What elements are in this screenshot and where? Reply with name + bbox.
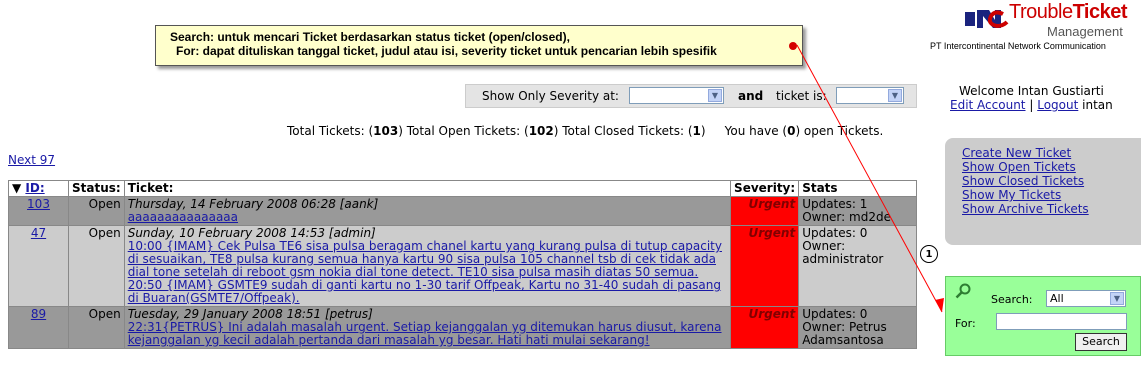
username: intan xyxy=(1082,98,1113,112)
ticket-id-link[interactable]: 103 xyxy=(27,197,50,211)
totals-text: ) Total Closed Tickets: ( xyxy=(553,124,693,138)
logo: TroubleTicket Management PT Intercontine… xyxy=(930,1,1141,52)
help-tooltip: Search: untuk mencari Ticket berdasarkan… xyxy=(155,25,803,66)
status-select[interactable]: ▼ xyxy=(836,87,904,104)
totals-text: ) Total Open Tickets: ( xyxy=(398,124,529,138)
search-status-value: All xyxy=(1050,292,1064,305)
severity-column-header: Severity: xyxy=(730,180,800,197)
stats-column-header: Stats xyxy=(798,180,917,197)
tooltip-line-1: Search: untuk mencari Ticket berdasarkan… xyxy=(170,30,570,44)
ticket-stats: Updates: 0 Owner: administrator xyxy=(798,225,917,307)
edit-account-link[interactable]: Edit Account xyxy=(950,98,1026,112)
severity-text: Urgent xyxy=(748,307,796,321)
company-name: PT Intercontinental Network Communicatio… xyxy=(930,41,1106,51)
ticket-cell: Tuesday, 29 January 2008 18:51 [petrus] … xyxy=(123,306,732,349)
annotation-marker: 1 xyxy=(920,245,938,263)
status-filter-label: ticket is: xyxy=(776,89,827,103)
brand-name: TroubleTicket xyxy=(1009,1,1128,24)
tickets-table: ▼ ID: Status: Ticket: Severity: Stats 10… xyxy=(8,180,917,349)
search-button[interactable]: Search xyxy=(1075,333,1127,351)
ticket-id-cell: 47 xyxy=(8,225,69,307)
ticket-body-link[interactable]: aaaaaaaaaaaaaaa xyxy=(128,210,238,224)
severity-select[interactable]: ▼ xyxy=(629,87,724,104)
ticket-body-link[interactable]: 10:00 {IMAM} Cek Pulsa TE6 sisa pulsa be… xyxy=(128,239,722,305)
severity-filter-label: Show Only Severity at: xyxy=(482,89,619,103)
search-input[interactable] xyxy=(996,313,1127,330)
search-status-select[interactable]: All ▼ xyxy=(1046,290,1126,307)
open-count: 102 xyxy=(528,124,554,138)
totals-text: Total Tickets: ( xyxy=(287,124,374,138)
severity-text: Urgent xyxy=(748,226,796,240)
severity-badge: Urgent xyxy=(730,306,800,349)
tooltip-line-2: For: dapat dituliskan tanggal ticket, ju… xyxy=(176,44,717,58)
table-row: 89 Open Tuesday, 29 January 2008 18:51 [… xyxy=(8,306,917,349)
ticket-stats: Updates: 0 Owner: Petrus Adamsantosa xyxy=(798,306,917,349)
table-header-row: ▼ ID: Status: Ticket: Severity: Stats xyxy=(8,180,917,197)
severity-text: Urgent xyxy=(748,197,796,211)
id-sort-link[interactable]: ID: xyxy=(25,181,44,195)
severity-badge: Urgent xyxy=(730,225,800,307)
user-panel: Welcome Intan Gustiarti Edit Account | L… xyxy=(950,84,1141,112)
chevron-down-icon[interactable]: ▼ xyxy=(708,89,722,102)
totals-text: ) You have ( xyxy=(700,124,788,138)
sort-down-icon[interactable]: ▼ xyxy=(12,181,21,195)
ticket-cell: Sunday, 10 February 2008 14:53 [admin] 1… xyxy=(123,225,732,307)
ticket-id-link[interactable]: 89 xyxy=(31,307,46,321)
brand-subtitle: Management xyxy=(1047,24,1123,39)
ticket-body-link[interactable]: 22:31{PETRUS} Ini adalah masalah urgent.… xyxy=(128,320,722,347)
chevron-down-icon[interactable]: ▼ xyxy=(888,89,902,102)
severity-filter-bar: Show Only Severity at: ▼ and ticket is: … xyxy=(465,84,917,108)
table-row: 103 Open Thursday, 14 February 2008 06:2… xyxy=(8,196,917,226)
id-column-header[interactable]: ▼ ID: xyxy=(8,180,69,197)
ticket-stats: Updates: 1 Owner: md2de xyxy=(798,196,917,226)
ticket-status: Open xyxy=(68,225,125,307)
logout-link[interactable]: Logout xyxy=(1037,98,1078,112)
total-count: 103 xyxy=(373,124,399,138)
ticket-id-link[interactable]: 47 xyxy=(31,226,46,240)
severity-badge: Urgent xyxy=(730,196,800,226)
chevron-down-icon[interactable]: ▼ xyxy=(1110,292,1124,305)
status-column-header: Status: xyxy=(68,180,125,197)
brand-prefix: Trouble xyxy=(1009,1,1073,23)
ticket-menu: Create New Ticket Show Open Tickets Show… xyxy=(945,138,1141,245)
ticket-totals: Total Tickets: (103) Total Open Tickets:… xyxy=(287,124,883,138)
search-panel: Search: All ▼ For: Search xyxy=(945,276,1141,356)
my-tickets-link[interactable]: Show My Tickets xyxy=(962,188,1061,202)
ticket-column-header: Ticket: xyxy=(123,180,732,197)
table-row: 47 Open Sunday, 10 February 2008 14:53 [… xyxy=(8,225,917,307)
open-tickets-link[interactable]: Show Open Tickets xyxy=(962,160,1076,174)
nc-logo-icon xyxy=(965,10,1009,29)
for-label: For: xyxy=(955,317,976,330)
tooltip-anchor-dot xyxy=(789,42,797,50)
closed-count: 1 xyxy=(692,124,701,138)
ticket-cell: Thursday, 14 February 2008 06:28 [aank] … xyxy=(123,196,732,226)
next-page-link[interactable]: Next 97 xyxy=(8,153,55,167)
search-icon xyxy=(955,283,971,299)
closed-tickets-link[interactable]: Show Closed Tickets xyxy=(962,174,1084,188)
totals-text: ) open Tickets. xyxy=(795,124,884,138)
separator: | xyxy=(1029,98,1034,112)
search-label: Search: xyxy=(991,293,1033,306)
welcome-text: Welcome Intan Gustiarti xyxy=(959,84,1104,98)
and-label: and xyxy=(738,89,764,103)
brand-bold: Ticket xyxy=(1072,1,1128,23)
ticket-id-cell: 89 xyxy=(8,306,69,349)
ticket-id-cell: 103 xyxy=(8,196,69,226)
archive-tickets-link[interactable]: Show Archive Tickets xyxy=(962,202,1089,216)
create-ticket-link[interactable]: Create New Ticket xyxy=(962,146,1071,160)
ticket-status: Open xyxy=(68,196,125,226)
ticket-status: Open xyxy=(68,306,125,349)
